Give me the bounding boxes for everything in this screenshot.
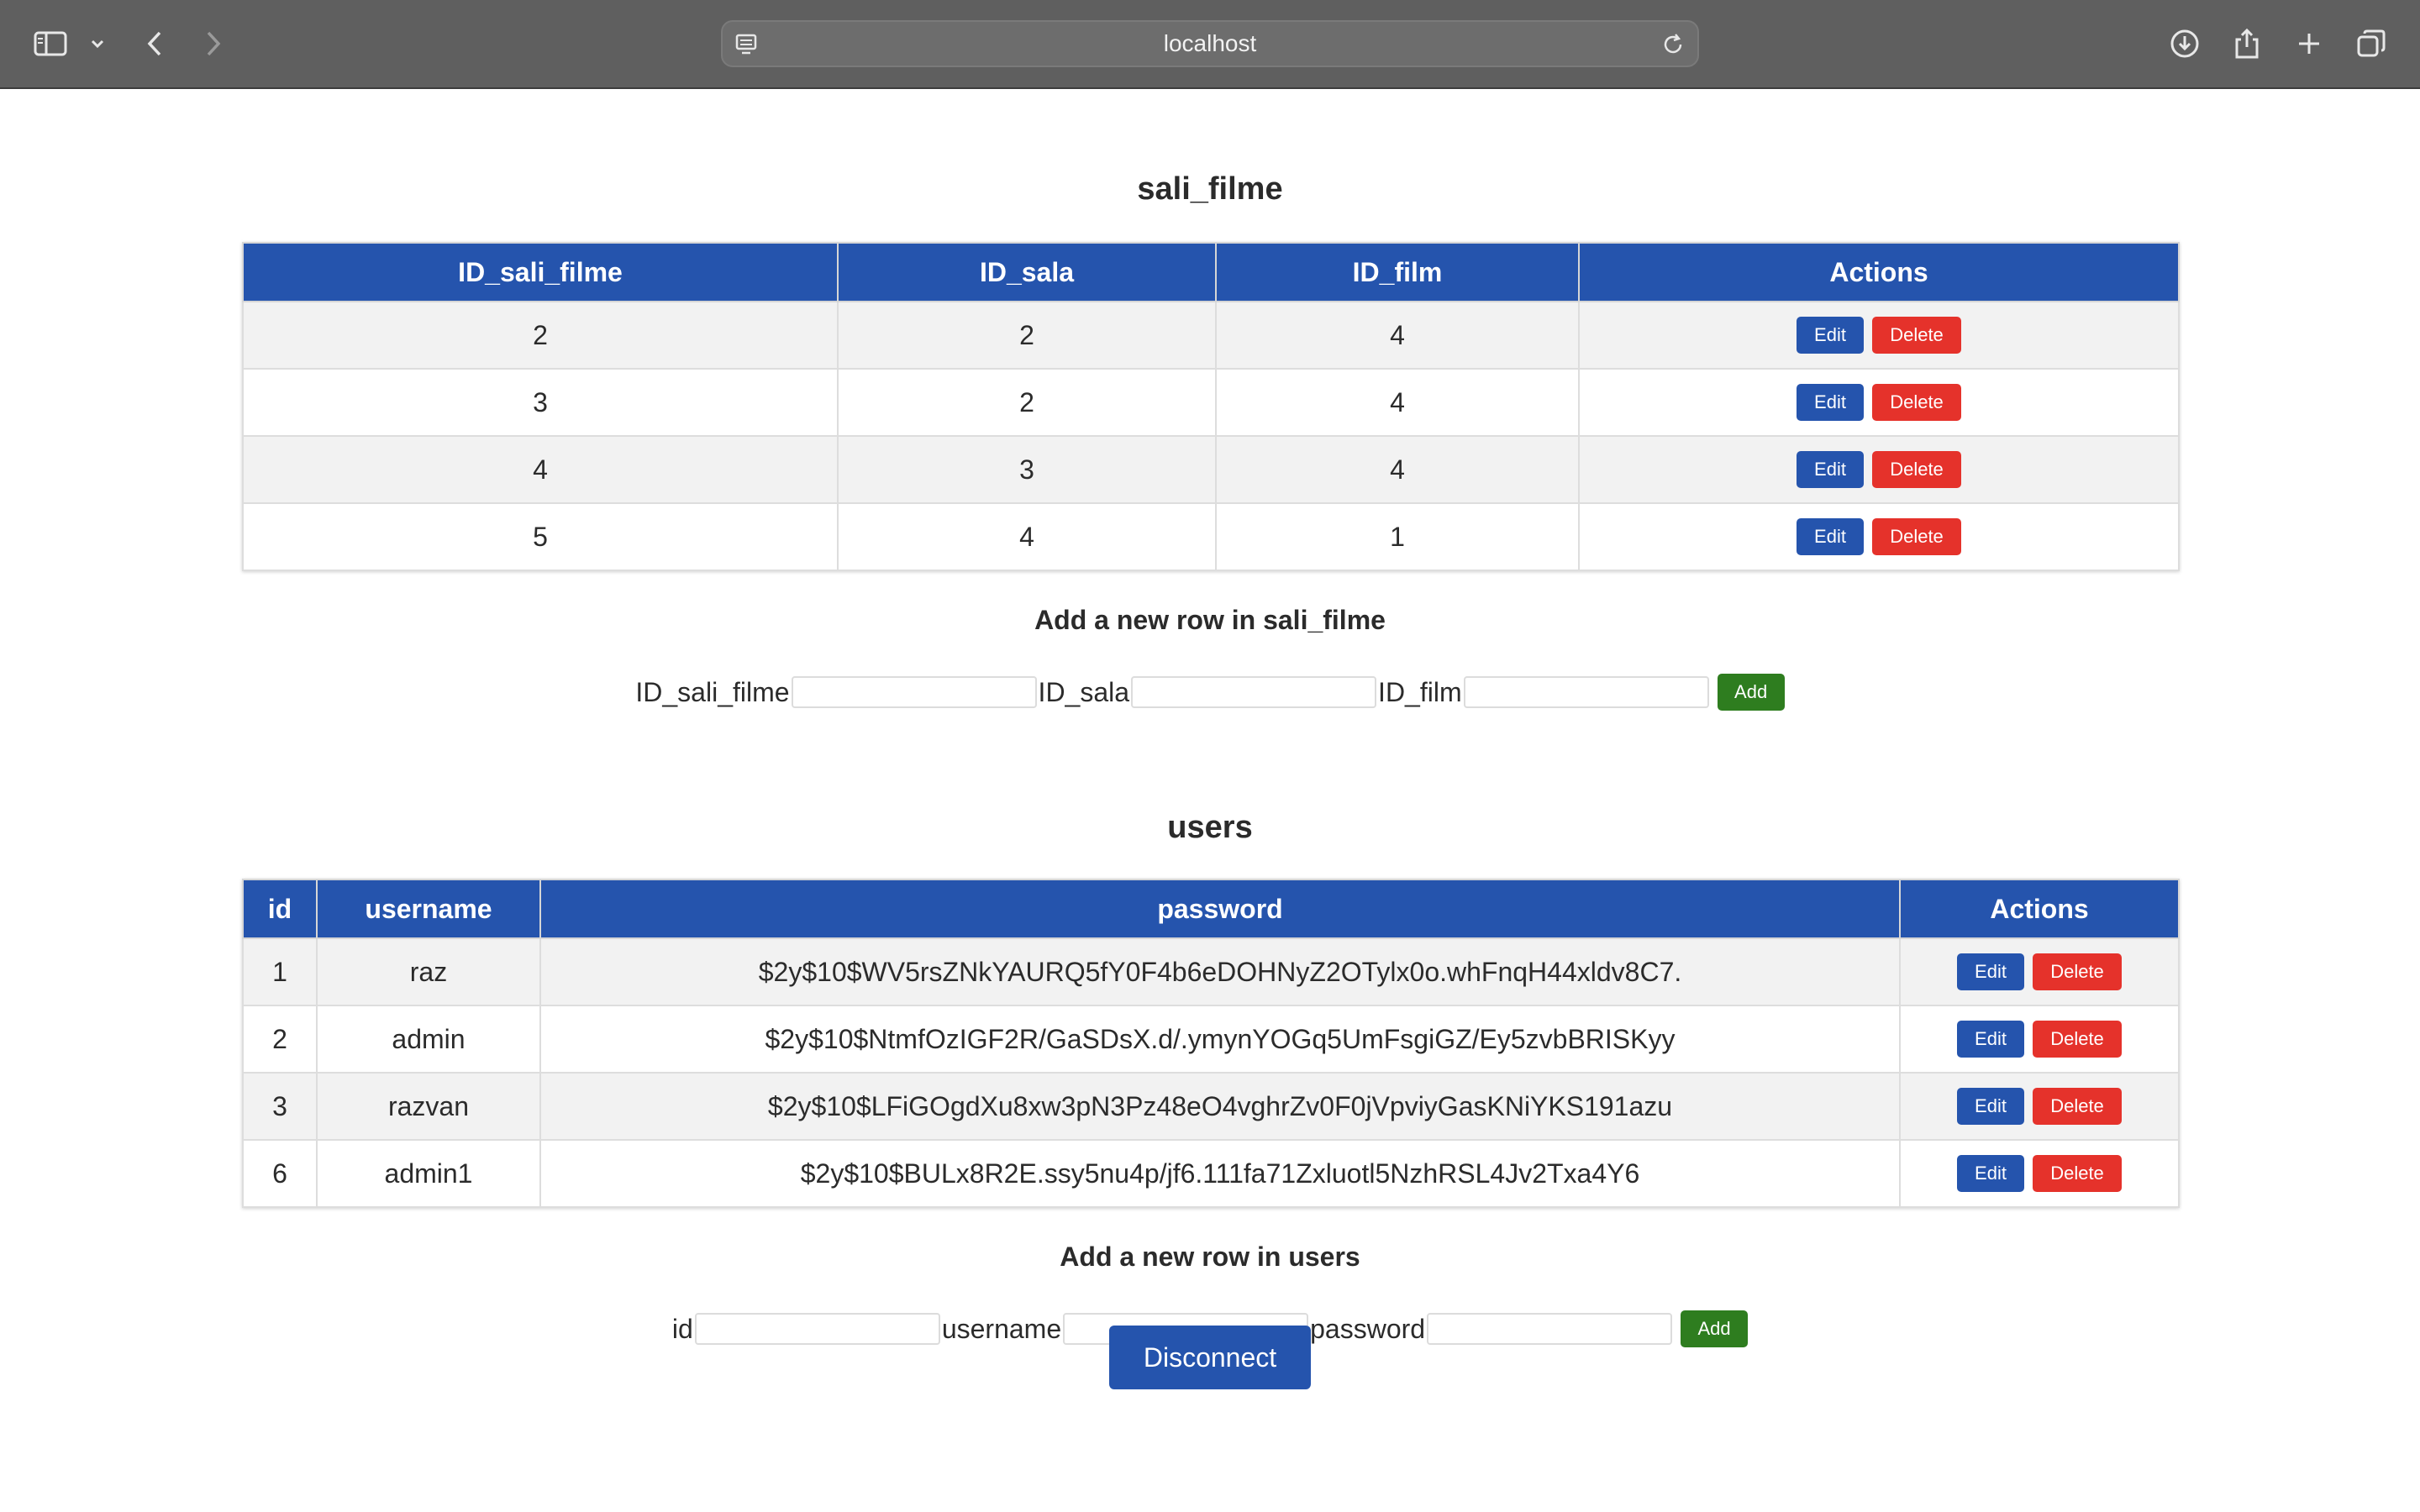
sali-filme-title: sali_filme [1137,171,1283,207]
reload-icon[interactable] [1660,32,1686,57]
sali-filme-add-form: ID_sali_filme ID_sala ID_film Add [0,672,2420,712]
table-cell: raz [316,937,541,1006]
back-icon[interactable] [146,30,163,57]
table-cell: 3 [242,368,839,437]
table-cell: $2y$10$WV5rsZNkYAURQ5fY0F4b6eDOHNyZ2OTyl… [539,937,1901,1006]
url-text[interactable]: localhost [723,22,1697,66]
actions-cell: Edit Delete [1578,368,2180,437]
delete-button[interactable]: Delete [1872,317,1961,354]
edit-button[interactable]: Edit [1797,384,1864,421]
edit-button[interactable]: Edit [1957,1155,2024,1192]
field-label: id [671,1313,693,1344]
field-label: ID_sala [1038,676,1130,707]
actions-cell: Edit Delete [1899,1005,2180,1074]
table-cell: 4 [837,502,1217,571]
field-label: password [1310,1313,1426,1344]
field-label: ID_sali_filme [635,676,790,707]
table-row: 4 3 4 Edit Delete [242,435,2180,504]
delete-button[interactable]: Delete [2033,1021,2122,1058]
actions-cell: Edit Delete [1578,502,2180,571]
column-header: ID_film [1215,242,1580,302]
column-header: id [242,879,318,939]
table-row: 3 razvan $2y$10$LFiGOgdXu8xw3pN3Pz48eO4v… [242,1072,2180,1141]
actions-cell: Edit Delete [1899,937,2180,1006]
column-header: Actions [1578,242,2180,302]
delete-button[interactable]: Delete [2033,1155,2122,1192]
share-icon[interactable] [2233,28,2260,60]
table-cell: 3 [242,1072,318,1141]
table-cell: 2 [837,368,1217,437]
table-row: 2 admin $2y$10$NtmfOzIGF2R/GaSDsX.d/.ymy… [242,1005,2180,1074]
table-header-row: ID_sali_filme ID_sala ID_film Actions [242,242,2180,302]
actions-cell: Edit Delete [1899,1139,2180,1208]
edit-button[interactable]: Edit [1957,1088,2024,1125]
edit-button[interactable]: Edit [1957,953,2024,990]
table-cell: 4 [1215,368,1580,437]
table-cell: 2 [242,301,839,370]
column-header: username [316,879,541,939]
sali-filme-add-title: Add a new row in sali_filme [1034,605,1386,635]
table-row: 1 raz $2y$10$WV5rsZNkYAURQ5fY0F4b6eDOHNy… [242,937,2180,1006]
users-add-title: Add a new row in users [1060,1242,1360,1272]
delete-button[interactable]: Delete [1872,518,1961,555]
table-cell: 5 [242,502,839,571]
address-bar[interactable]: localhost [721,20,1699,67]
forward-icon[interactable] [205,30,222,57]
table-cell: admin [316,1005,541,1074]
tabs-overview-icon[interactable] [2356,29,2386,59]
table-header-row: id username password Actions [242,879,2180,939]
delete-button[interactable]: Delete [2033,953,2122,990]
table-cell: 6 [242,1139,318,1208]
actions-cell: Edit Delete [1578,301,2180,370]
delete-button[interactable]: Delete [2033,1088,2122,1125]
table-cell: 2 [242,1005,318,1074]
id-sali-filme-input[interactable] [791,676,1037,708]
table-cell: $2y$10$LFiGOgdXu8xw3pN3Pz48eO4vghrZv0F0j… [539,1072,1901,1141]
disconnect-button[interactable]: Disconnect [1109,1326,1311,1389]
field-label: username [941,1313,1062,1344]
id-film-input[interactable] [1463,676,1709,708]
edit-button[interactable]: Edit [1797,518,1864,555]
table-cell: admin1 [316,1139,541,1208]
table-cell: 4 [1215,435,1580,504]
column-header: password [539,879,1901,939]
table-cell: $2y$10$BULx8R2E.ssy5nu4p/jf6.111fa71Zxlu… [539,1139,1901,1208]
id-input[interactable] [694,1313,940,1345]
table-cell: razvan [316,1072,541,1141]
password-input[interactable] [1427,1313,1673,1345]
table-cell: 3 [837,435,1217,504]
column-header: Actions [1899,879,2180,939]
add-button[interactable]: Add [1717,674,1785,711]
edit-button[interactable]: Edit [1957,1021,2024,1058]
table-row: 3 2 4 Edit Delete [242,368,2180,437]
chevron-down-icon[interactable] [90,39,105,49]
users-title: users [1167,810,1253,845]
table-cell: 2 [837,301,1217,370]
column-header: ID_sala [837,242,1217,302]
table-row: 5 4 1 Edit Delete [242,502,2180,571]
delete-button[interactable]: Delete [1872,384,1961,421]
table-cell: 4 [242,435,839,504]
browser-toolbar: localhost [0,0,2420,89]
table-cell: $2y$10$NtmfOzIGF2R/GaSDsX.d/.ymynYOGq5Um… [539,1005,1901,1074]
delete-button[interactable]: Delete [1872,451,1961,488]
actions-cell: Edit Delete [1578,435,2180,504]
table-cell: 1 [1215,502,1580,571]
field-label: ID_film [1378,676,1462,707]
new-tab-icon[interactable] [2296,31,2322,56]
edit-button[interactable]: Edit [1797,451,1864,488]
actions-cell: Edit Delete [1899,1072,2180,1141]
sali-filme-table: ID_sali_filme ID_sala ID_film Actions 2 … [242,242,2180,571]
add-button[interactable]: Add [1681,1310,1749,1347]
sidebar-icon[interactable] [34,30,67,57]
table-cell: 1 [242,937,318,1006]
users-table: id username password Actions 1 raz $2y$1… [242,879,2180,1208]
download-icon[interactable] [2170,29,2200,59]
id-sala-input[interactable] [1131,676,1377,708]
table-row: 6 admin1 $2y$10$BULx8R2E.ssy5nu4p/jf6.11… [242,1139,2180,1208]
table-row: 2 2 4 Edit Delete [242,301,2180,370]
edit-button[interactable]: Edit [1797,317,1864,354]
column-header: ID_sali_filme [242,242,839,302]
table-cell: 4 [1215,301,1580,370]
